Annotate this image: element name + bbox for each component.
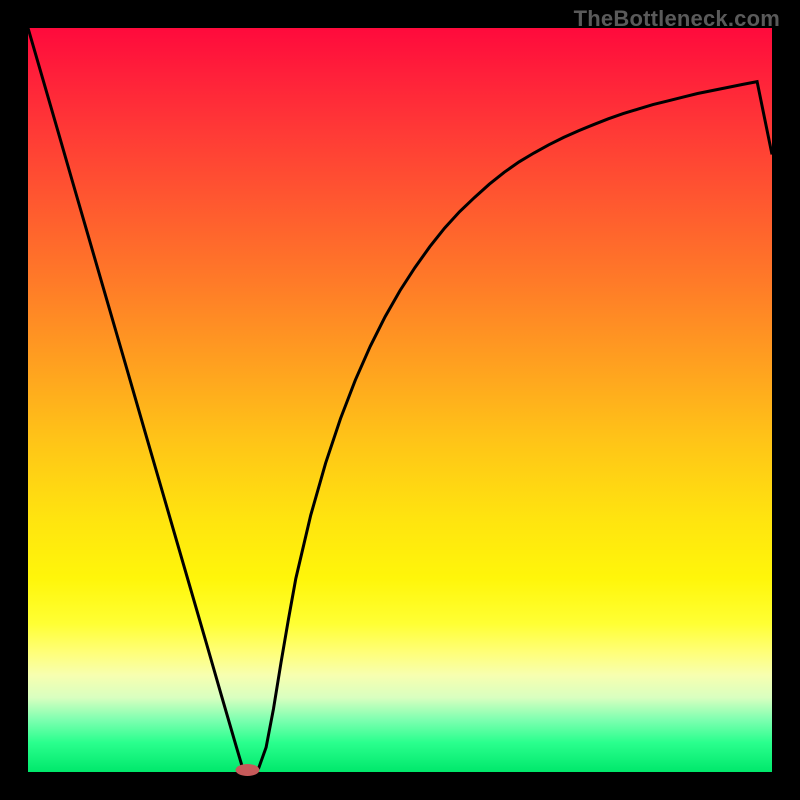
- curve-layer: [28, 28, 772, 772]
- chart-frame: TheBottleneck.com: [0, 0, 800, 800]
- plot-area: [28, 28, 772, 772]
- bottleneck-curve: [28, 28, 772, 772]
- minimum-marker: [235, 764, 259, 776]
